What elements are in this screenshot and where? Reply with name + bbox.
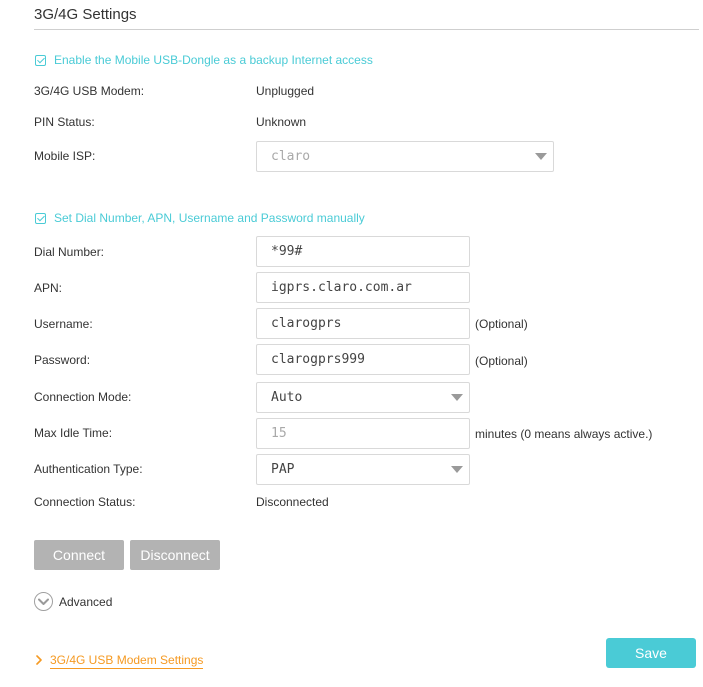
dial-number-field[interactable] <box>256 236 470 267</box>
backup-checkbox-label: Enable the Mobile USB-Dongle as a backup… <box>54 53 373 67</box>
caret-down-icon <box>451 466 463 473</box>
chevron-right-icon <box>36 654 42 668</box>
authentication-type-value: PAP <box>271 462 295 477</box>
advanced-toggle[interactable]: Advanced <box>34 592 112 611</box>
caret-down-icon <box>535 153 547 160</box>
manual-checkbox-label: Set Dial Number, APN, Username and Passw… <box>54 211 365 225</box>
username-field[interactable] <box>256 308 470 339</box>
password-optional-hint: (Optional) <box>475 354 528 368</box>
connect-button[interactable]: Connect <box>34 540 124 570</box>
username-input[interactable] <box>257 309 469 338</box>
password-label: Password: <box>34 353 91 367</box>
username-optional-hint: (Optional) <box>475 317 528 331</box>
page-title: 3G/4G Settings <box>34 6 137 23</box>
caret-down-icon <box>451 394 463 401</box>
pin-status-value: Unknown <box>256 115 307 129</box>
max-idle-time-hint: minutes (0 means always active.) <box>475 427 653 441</box>
connection-mode-value: Auto <box>271 390 303 405</box>
modem-value: Unplugged <box>256 84 315 98</box>
save-button[interactable]: Save <box>606 638 696 668</box>
mobile-isp-label: Mobile ISP: <box>34 149 96 163</box>
connection-mode-select[interactable]: Auto <box>256 382 470 413</box>
max-idle-time-field[interactable] <box>256 418 470 449</box>
apn-label: APN: <box>34 281 63 295</box>
manual-checkbox[interactable] <box>35 212 46 224</box>
max-idle-time-input[interactable] <box>257 419 469 448</box>
manual-checkbox-row[interactable]: Set Dial Number, APN, Username and Passw… <box>35 211 365 225</box>
connection-mode-label: Connection Mode: <box>34 390 132 404</box>
modem-label: 3G/4G USB Modem: <box>34 84 145 98</box>
apn-field[interactable] <box>256 272 470 303</box>
backup-checkbox[interactable] <box>35 54 46 66</box>
mobile-isp-select[interactable]: claro <box>256 141 554 172</box>
advanced-label: Advanced <box>59 594 113 609</box>
apn-input[interactable] <box>257 273 469 302</box>
chevron-down-circle-icon[interactable] <box>34 592 53 611</box>
username-label: Username: <box>34 317 93 331</box>
connection-status-label: Connection Status: <box>34 495 136 509</box>
password-input[interactable] <box>257 345 469 374</box>
backup-checkbox-row[interactable]: Enable the Mobile USB-Dongle as a backup… <box>35 53 373 67</box>
max-idle-time-label: Max Idle Time: <box>34 426 113 440</box>
mobile-isp-value: claro <box>271 149 311 164</box>
title-divider <box>34 29 699 30</box>
disconnect-button[interactable]: Disconnect <box>130 540 220 570</box>
authentication-type-label: Authentication Type: <box>34 462 143 476</box>
usb-modem-settings-link-label[interactable]: 3G/4G USB Modem Settings <box>50 653 204 669</box>
pin-status-label: PIN Status: <box>34 115 95 129</box>
dial-number-input[interactable] <box>257 237 469 266</box>
dial-number-label: Dial Number: <box>34 245 105 259</box>
usb-modem-settings-link[interactable]: 3G/4G USB Modem Settings <box>36 653 204 669</box>
authentication-type-select[interactable]: PAP <box>256 454 470 485</box>
password-field[interactable] <box>256 344 470 375</box>
connection-status-value: Disconnected <box>256 495 329 509</box>
